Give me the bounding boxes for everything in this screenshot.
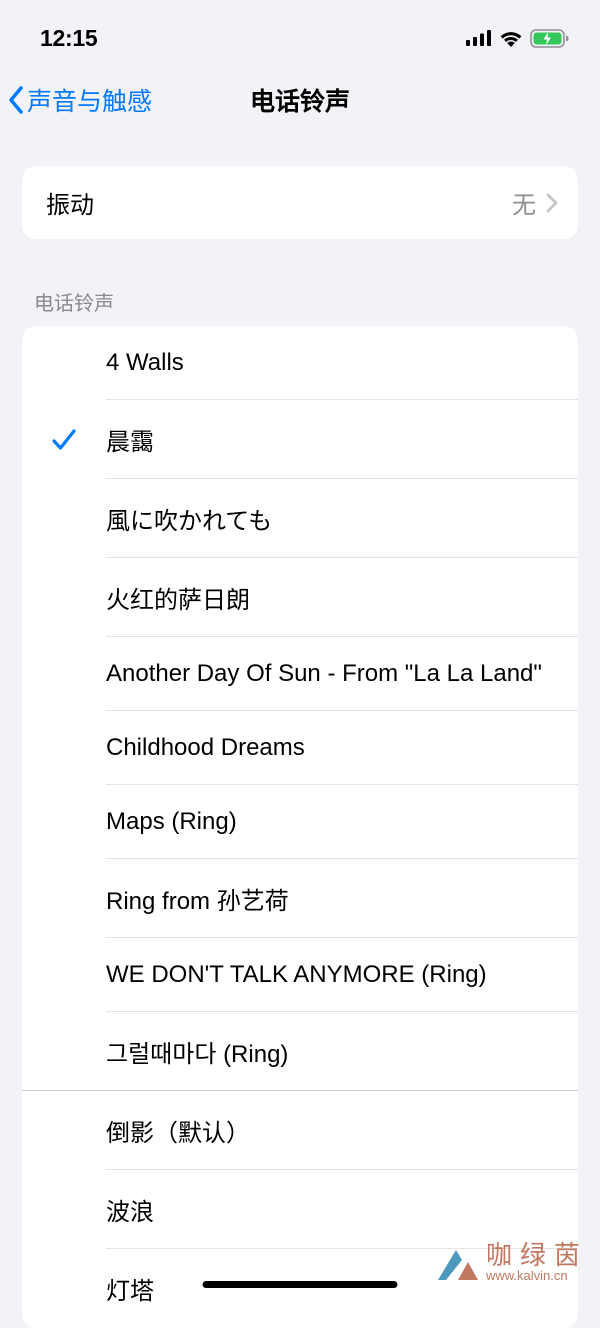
- checkmark-icon: [22, 428, 106, 452]
- ringtone-row[interactable]: 倒影（默认）: [22, 1091, 578, 1170]
- status-icons: [466, 29, 570, 48]
- watermark: 咖绿茵 www.kalvin.cn: [432, 1242, 588, 1284]
- nav-bar: 声音与触感 电话铃声: [0, 64, 600, 144]
- home-indicator[interactable]: [203, 1281, 398, 1288]
- ringtone-list: 4 Walls晨靄風に吹かれても火红的萨日朗Another Day Of Sun…: [22, 326, 578, 1328]
- ringtone-label: Another Day Of Sun - From "La La Land": [106, 638, 558, 710]
- ringtone-row[interactable]: 風に吹かれても: [22, 479, 578, 558]
- battery-charging-icon: [530, 29, 570, 48]
- ringtone-row[interactable]: 波浪: [22, 1170, 578, 1249]
- ringtone-label: 火红的萨日朗: [106, 558, 558, 637]
- vibration-label: 振动: [46, 185, 94, 220]
- status-time: 12:15: [40, 25, 97, 52]
- ringtone-label: 倒影（默认）: [106, 1091, 558, 1170]
- ringtone-label: 4 Walls: [106, 327, 558, 399]
- watermark-url: www.kalvin.cn: [486, 1268, 568, 1284]
- chevron-right-icon: [546, 193, 558, 213]
- ringtone-label: WE DON'T TALK ANYMORE (Ring): [106, 939, 558, 1011]
- ringtone-row[interactable]: Maps (Ring): [22, 785, 578, 859]
- vibration-value: 无: [512, 185, 536, 220]
- ringtone-label: 波浪: [106, 1170, 558, 1249]
- ringtone-label: Childhood Dreams: [106, 712, 558, 784]
- ringtone-row[interactable]: 火红的萨日朗: [22, 558, 578, 637]
- ringtone-row[interactable]: WE DON'T TALK ANYMORE (Ring): [22, 938, 578, 1012]
- vibration-section: 振动 无: [22, 166, 578, 239]
- back-button[interactable]: 声音与触感: [6, 82, 152, 118]
- ringtone-label: 風に吹かれても: [106, 479, 558, 558]
- ringtone-label: 그럴때마다 (Ring): [106, 1012, 558, 1091]
- status-bar: 12:15: [0, 0, 600, 64]
- vibration-row[interactable]: 振动 无: [22, 166, 578, 239]
- ringtone-row[interactable]: 그럴때마다 (Ring): [22, 1012, 578, 1091]
- back-label: 声音与触感: [27, 82, 152, 118]
- watermark-cn: 咖绿茵: [486, 1242, 588, 1268]
- ringtone-row[interactable]: 4 Walls: [22, 326, 578, 400]
- ringtone-section-header: 电话铃声: [0, 239, 600, 326]
- ringtone-label: 晨靄: [106, 400, 558, 479]
- ringtone-row[interactable]: Another Day Of Sun - From "La La Land": [22, 637, 578, 711]
- watermark-logo-icon: [432, 1242, 480, 1284]
- ringtone-label: Ring from 孙艺荷: [106, 859, 558, 938]
- ringtone-row[interactable]: Ring from 孙艺荷: [22, 859, 578, 938]
- chevron-left-icon: [6, 85, 26, 115]
- ringtone-label: Maps (Ring): [106, 786, 558, 858]
- wifi-icon: [499, 30, 523, 47]
- ringtone-row[interactable]: 晨靄: [22, 400, 578, 479]
- cellular-icon: [466, 30, 492, 46]
- ringtone-row[interactable]: Childhood Dreams: [22, 711, 578, 785]
